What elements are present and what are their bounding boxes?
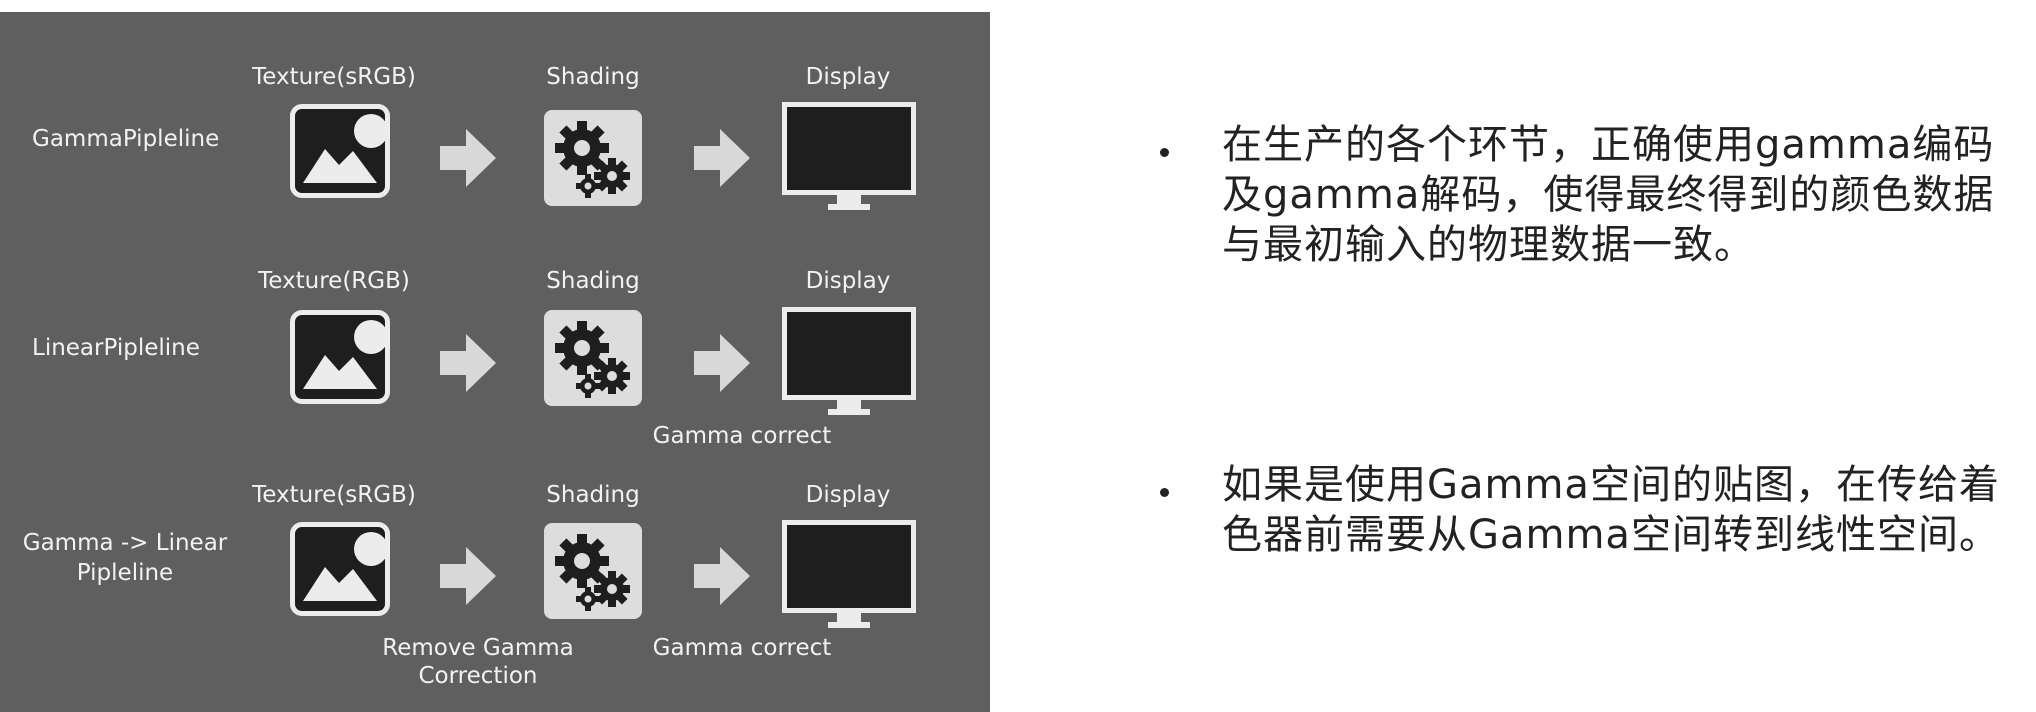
stage-label-display: Display <box>805 482 891 508</box>
pipeline-label-gamma-to-linear: Gamma -> Linear Pipleline <box>22 530 228 586</box>
gears-icon <box>544 310 642 406</box>
image-icon <box>290 522 390 616</box>
arrow-right-icon <box>440 547 496 605</box>
arrow-right-icon <box>440 129 496 187</box>
arrow-right-icon <box>440 334 496 392</box>
gamma-correct-note: Gamma correct <box>652 423 832 449</box>
bullet-dot-icon <box>1160 488 1169 497</box>
pipeline-label-linear: LinearPipleline <box>32 335 200 361</box>
stage-label-shading: Shading <box>546 64 640 90</box>
monitor-icon <box>782 307 916 421</box>
image-icon <box>290 310 390 404</box>
remove-gamma-correction-note: Remove Gamma Correction <box>382 635 574 689</box>
stage-label-shading: Shading <box>546 268 640 294</box>
monitor-icon <box>782 102 916 216</box>
bullet-text: 如果是使用Gamma空间的贴图，在传给着色器前需要从Gamma空间转到线性空间。 <box>1222 462 2000 558</box>
gears-icon <box>544 523 642 619</box>
arrow-right-icon <box>694 547 750 605</box>
arrow-right-icon <box>694 129 750 187</box>
pipeline-diagram: GammaPipleline Texture(sRGB) Shading Dis… <box>0 12 990 712</box>
stage-label-texture: Texture(sRGB) <box>252 64 416 90</box>
stage-label-texture: Texture(sRGB) <box>252 482 416 508</box>
arrow-right-icon <box>694 334 750 392</box>
stage-label-shading: Shading <box>546 482 640 508</box>
stage-label-texture: Texture(RGB) <box>258 268 410 294</box>
pipeline-label-gamma: GammaPipleline <box>32 126 220 152</box>
bullet-text: 在生产的各个环节，正确使用gamma编码及gamma解码，使得最终得到的颜色数据… <box>1222 122 1995 268</box>
stage-label-display: Display <box>805 268 891 294</box>
gamma-correct-note: Gamma correct <box>652 635 832 661</box>
image-icon <box>290 104 390 198</box>
monitor-icon <box>782 520 916 634</box>
gears-icon <box>544 110 642 206</box>
bullet-dot-icon <box>1160 148 1169 157</box>
stage-label-display: Display <box>805 64 891 90</box>
